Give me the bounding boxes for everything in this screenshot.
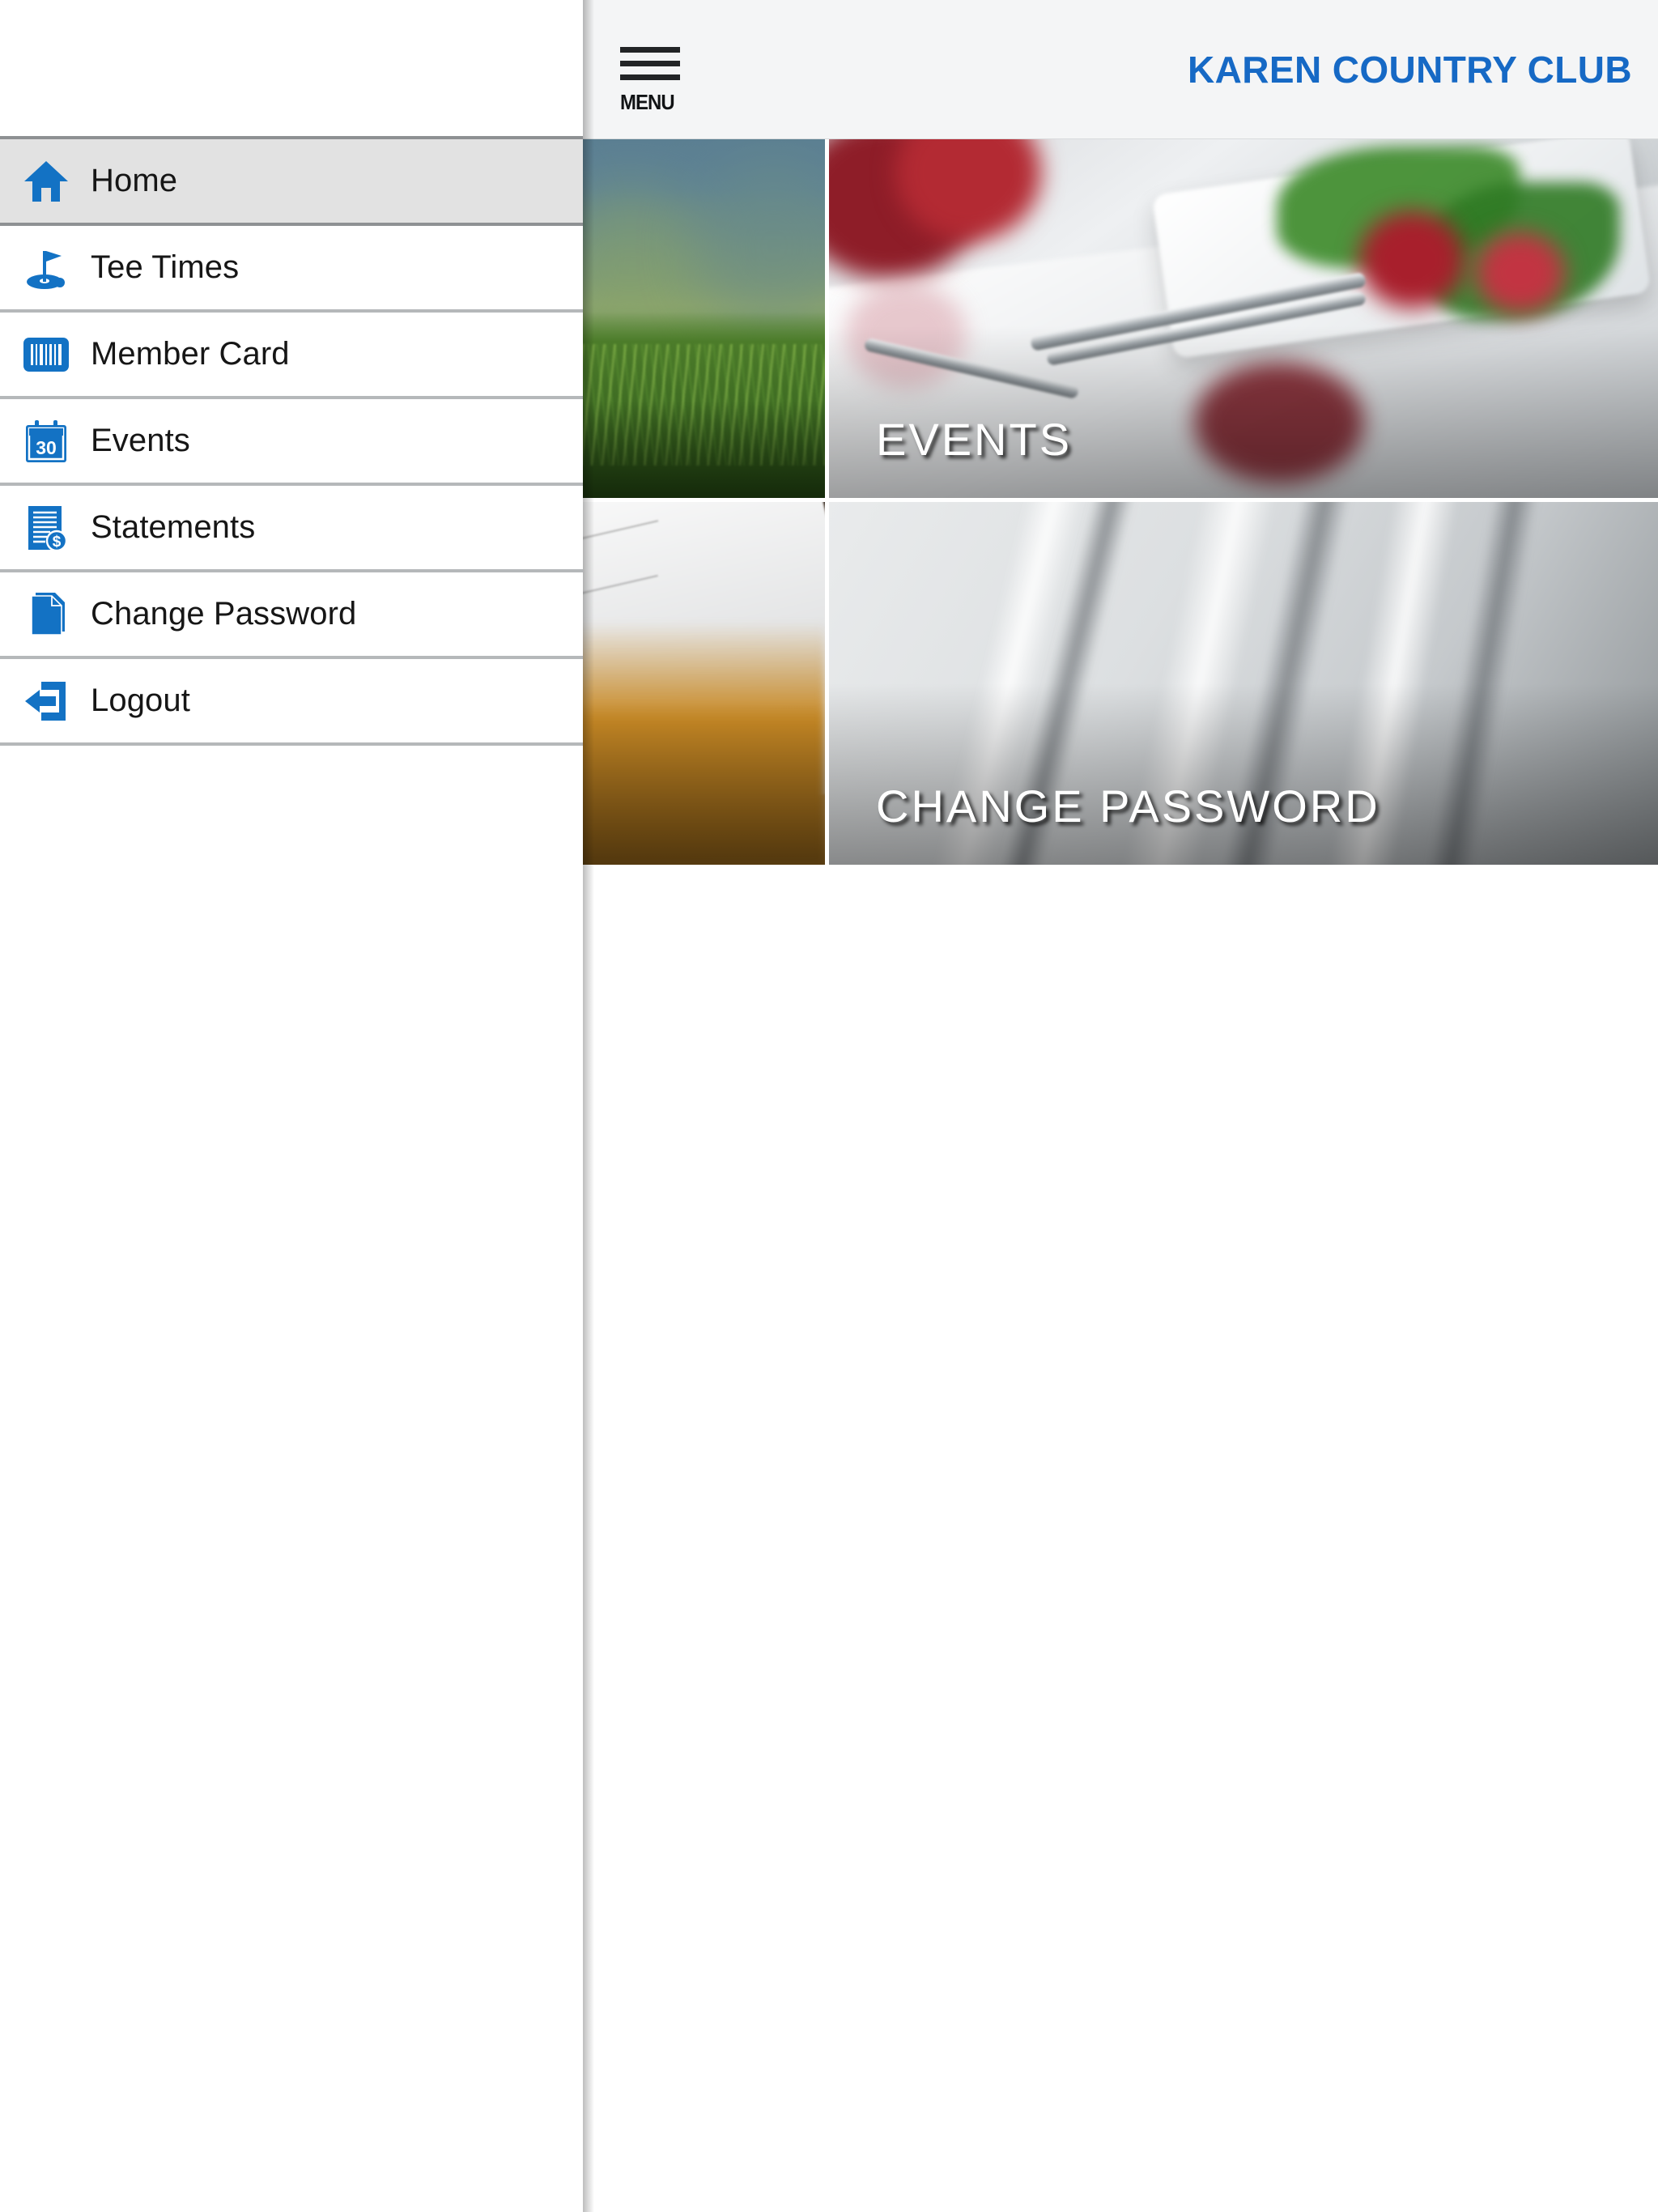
hamburger-icon-bar-3 [620,74,680,80]
tile-change-password[interactable]: CHANGE PASSWORD [829,502,1658,865]
home-icon [15,152,78,211]
sidebar-item-change-password[interactable]: Change Password [0,572,583,659]
document-dollar-icon: $ [15,499,78,557]
barcode-card-icon [15,325,78,384]
hamburger-icon-bar-2 [620,61,680,66]
sidebar-item-home[interactable]: Home [0,139,583,226]
sidebar-item-label-statements: Statements [91,509,256,545]
sidebar-item-label-events: Events [91,423,190,458]
hamburger-icon-bar-1 [620,47,680,53]
sidebar-item-label-change-password: Change Password [91,596,357,632]
tile-label-change-password: CHANGE PASSWORD [876,781,1380,832]
tile-events[interactable]: EVENTS [829,139,1658,502]
sidebar-item-label-tee-times: Tee Times [91,249,240,285]
hamburger-menu-button[interactable]: MENU [620,47,690,115]
brand-title: KAREN COUNTRY CLUB [1188,49,1632,91]
navigation-drawer: Home Tee Times Member Card 30 Events $ S… [0,0,583,2212]
sidebar-item-label-home: Home [91,163,178,198]
menu-button-label: MENU [620,90,675,114]
sidebar-item-statements[interactable]: $ Statements [0,486,583,572]
svg-text:30: 30 [36,437,57,458]
document-pages-icon [15,585,78,644]
sidebar-item-label-logout: Logout [91,683,190,718]
sidebar-item-events[interactable]: 30 Events [0,399,583,486]
golf-flag-icon [15,239,78,297]
calendar-30-icon: 30 [15,412,78,470]
tile-label-events: EVENTS [876,414,1073,465]
svg-text:$: $ [53,534,62,551]
sidebar-item-tee-times[interactable]: Tee Times [0,226,583,313]
app-root: MENU KAREN COUNTRY CLUB EVENTS CHANGE PA… [0,0,1658,2212]
sidebar-item-member-card[interactable]: Member Card [0,313,583,399]
logout-arrow-icon [15,672,78,730]
drawer-empty-space [0,746,583,2212]
sidebar-item-logout[interactable]: Logout [0,659,583,746]
drawer-header-spacer [0,0,583,139]
sidebar-item-label-member-card: Member Card [91,336,290,372]
